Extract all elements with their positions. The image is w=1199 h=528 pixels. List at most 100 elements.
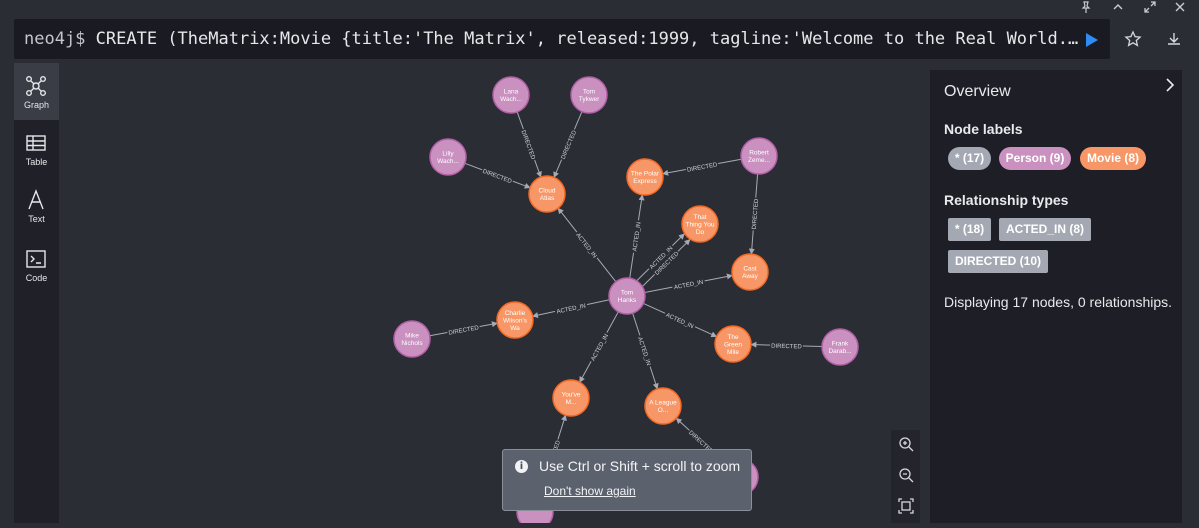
node-caption: Away (742, 273, 759, 280)
edge-label-group: ACTED_IN (554, 300, 588, 316)
movie-node[interactable]: CharlieWilson'sWa (496, 301, 534, 339)
node-label-person[interactable]: Person (9) (999, 147, 1071, 170)
node-caption: Tykwer (579, 96, 600, 103)
edge-label-group: DIRECTED (748, 197, 761, 231)
sidebar-item-label: Table (25, 157, 48, 167)
edge-label-group: DIRECTED (685, 159, 719, 174)
movie-node[interactable]: The PolarExpress (626, 158, 664, 196)
chevron-up-icon[interactable] (1111, 0, 1125, 14)
result-view-sidebar: Graph Table Text Code (14, 63, 59, 523)
query-text[interactable]: neo4j$ CREATE (TheMatrix:Movie {title:'T… (24, 28, 1079, 50)
sidebar-item-graph[interactable]: Graph (14, 63, 59, 120)
rel-type-acted-in[interactable]: ACTED_IN (8) (999, 218, 1091, 241)
movie-node[interactable]: ThatThing YouDo (681, 205, 719, 243)
close-icon[interactable] (1173, 0, 1187, 14)
sidebar-item-label: Code (25, 273, 48, 283)
zoom-in-icon[interactable] (897, 435, 915, 453)
person-node[interactable]: LillyWach... (429, 138, 467, 176)
node-label-movie[interactable]: Movie (8) (1080, 147, 1146, 170)
node-caption: Atlas (540, 195, 555, 202)
chevron-right-icon[interactable] (1162, 76, 1178, 94)
text-icon (28, 189, 44, 210)
star-icon[interactable] (1124, 30, 1142, 48)
sidebar-item-code[interactable]: Code (14, 236, 59, 293)
query-editor[interactable]: neo4j$ CREATE (TheMatrix:Movie {title:'T… (14, 19, 1110, 59)
node-caption: Wilson's (503, 317, 528, 324)
edge-label-group: DIRECTED (557, 127, 579, 162)
play-icon[interactable] (1082, 31, 1100, 49)
node-caption: Hanks (618, 297, 637, 304)
window-titlebar (0, 0, 1199, 16)
node-caption: Zeme... (748, 157, 770, 164)
person-node[interactable]: FrankDarab... (821, 328, 859, 366)
node-caption: Wach... (500, 96, 522, 103)
node-caption: Cast (743, 266, 757, 273)
edge-label: DIRECTED (771, 344, 802, 351)
edge-label-group: ACTED_IN (587, 330, 611, 364)
movie-node[interactable]: CastAway (731, 253, 769, 291)
node-caption: You've (561, 392, 580, 399)
node-caption: Mile (727, 349, 739, 356)
edge-label: DIRECTED (752, 198, 760, 230)
edge-label-group: DIRECTED (446, 322, 481, 337)
node-caption: Frank (832, 341, 849, 348)
sidebar-item-text[interactable]: Text (14, 177, 59, 234)
node-caption: Darab... (828, 348, 851, 355)
movie-node[interactable]: A LeagueO... (644, 387, 682, 425)
zoom-out-icon[interactable] (897, 466, 915, 484)
node-caption: The Polar (631, 171, 660, 178)
table-icon (26, 135, 46, 151)
node-caption: Do (696, 229, 705, 236)
node-label-all[interactable]: * (17) (948, 147, 991, 170)
code-icon (26, 250, 46, 268)
edge-label-group: ACTED_IN (671, 276, 706, 292)
node-caption: O... (658, 407, 669, 414)
node-caption: The (727, 334, 739, 341)
person-node[interactable]: RobertZeme... (740, 137, 778, 175)
node-caption: That (693, 214, 706, 221)
rel-type-all[interactable]: * (18) (948, 218, 991, 241)
graph-svg[interactable]: DIRECTED DIRECTEDDIRECTEDDIRECTEDDIRECTED… (59, 63, 930, 528)
edge-label-group: DIRECTED (519, 127, 539, 162)
person-node[interactable]: TomHanks (608, 277, 646, 315)
pin-icon[interactable] (1079, 0, 1093, 14)
edge-label: ACTED_IN (674, 280, 704, 292)
person-node[interactable]: MikeNichols (393, 320, 431, 358)
query-input[interactable]: CREATE (TheMatrix:Movie {title:'The Matr… (96, 29, 1079, 49)
person-node[interactable]: LanaWach... (492, 76, 530, 114)
movie-node[interactable]: CloudAtlas (528, 175, 566, 213)
edge-label-group: ACTED_IN (629, 219, 643, 254)
sidebar-item-label: Text (28, 214, 45, 224)
fit-icon[interactable] (897, 497, 915, 515)
relationship-types-heading: Relationship types (944, 192, 1069, 208)
movie-node[interactable]: You'veM... (552, 379, 590, 417)
person-node[interactable]: TomTykwer (570, 76, 608, 114)
node-caption: Wa (510, 325, 520, 332)
edge-label-group: DIRECTED (480, 165, 515, 186)
rel-type-directed[interactable]: DIRECTED (10) (948, 250, 1048, 273)
zoom-controls (891, 430, 920, 523)
movie-node[interactable]: TheGreenMile (714, 325, 752, 363)
graph-icon (26, 76, 46, 96)
download-icon[interactable] (1165, 30, 1183, 48)
node-caption: Wach... (437, 158, 459, 165)
sidebar-item-table[interactable]: Table (14, 120, 59, 177)
graph-canvas[interactable]: DIRECTED DIRECTED DIRECTED DIRECTED DIRECTED… (59, 63, 930, 528)
node-caption: Charlie (505, 310, 526, 317)
edge-label-group: ACTED_IN (573, 229, 601, 261)
info-icon: i (515, 460, 528, 473)
panel-title: Overview (944, 83, 1011, 100)
prompt-label: neo4j$ (24, 29, 86, 49)
node-caption: Mike (405, 333, 419, 340)
overview-description: Displaying 17 nodes, 0 relationships. (944, 294, 1173, 310)
overview-panel: Overview Node labels * (17) Person (9) M… (930, 70, 1182, 523)
expand-icon[interactable] (1143, 0, 1157, 14)
node-caption: Tom (583, 89, 595, 96)
node-caption: M... (566, 399, 577, 406)
node-caption: A League (649, 400, 677, 407)
node-caption: Nichols (401, 340, 423, 347)
dont-show-again-link[interactable]: Don't show again (544, 484, 636, 498)
node-caption: Lilly (442, 151, 454, 158)
edge-label-group: ACTED_IN (635, 334, 655, 368)
edge-label-group: DIRECTED (769, 340, 804, 351)
